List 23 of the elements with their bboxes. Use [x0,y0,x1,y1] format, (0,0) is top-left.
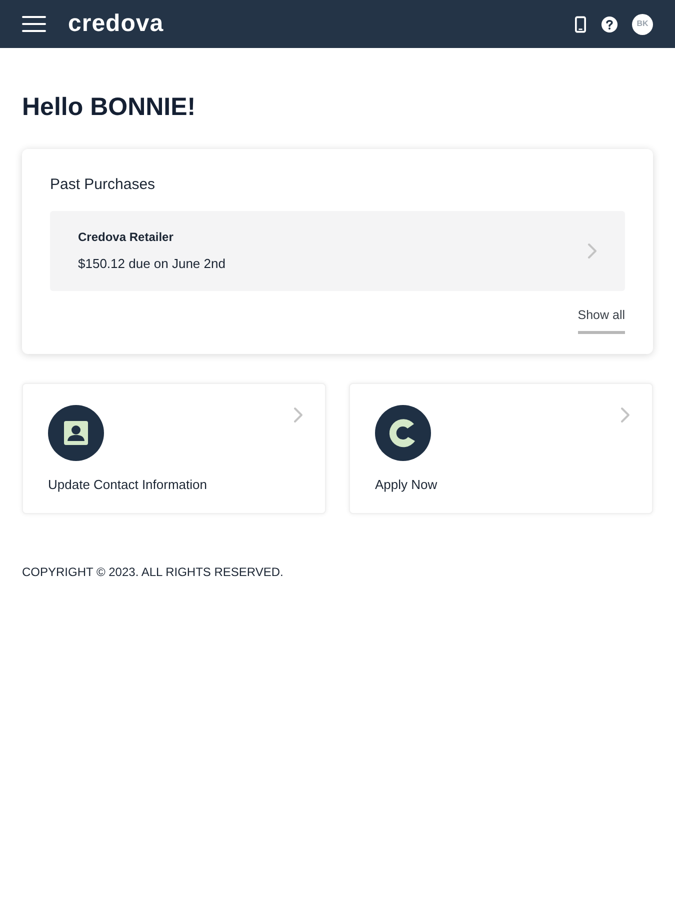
payment-due-text: $150.12 due on June 2nd [78,256,226,272]
help-button[interactable] [600,15,618,33]
greeting-heading: Hello BONNIE! [22,92,197,122]
chevron-right-icon [620,407,630,423]
action-tile[interactable]: Apply Now [349,383,653,514]
merchant-name: Credova Retailer [78,230,174,245]
letter-c-icon [375,405,431,461]
contact-card-icon [48,405,104,461]
menu-icon [22,15,46,33]
chevron-right-icon [293,407,303,423]
tile-label: Update Contact Information [48,477,207,493]
card-title: Past Purchases [50,176,156,194]
help-icon [600,16,618,32]
tile-label: Apply Now [375,477,438,493]
phone-button[interactable] [572,14,588,34]
chevron-right-icon [587,243,597,259]
action-tile[interactable]: Update Contact Information [22,383,326,514]
purchase-item[interactable]: Credova Retailer $150.12 due on June 2nd [50,211,625,291]
copyright-text: COPYRIGHT © 2023. ALL RIGHTS RESERVED. [22,565,284,580]
logo[interactable]: credova [68,12,164,36]
menu-button[interactable] [22,14,46,34]
show-all-link[interactable]: Show all [578,307,625,334]
phone-icon [574,16,586,32]
